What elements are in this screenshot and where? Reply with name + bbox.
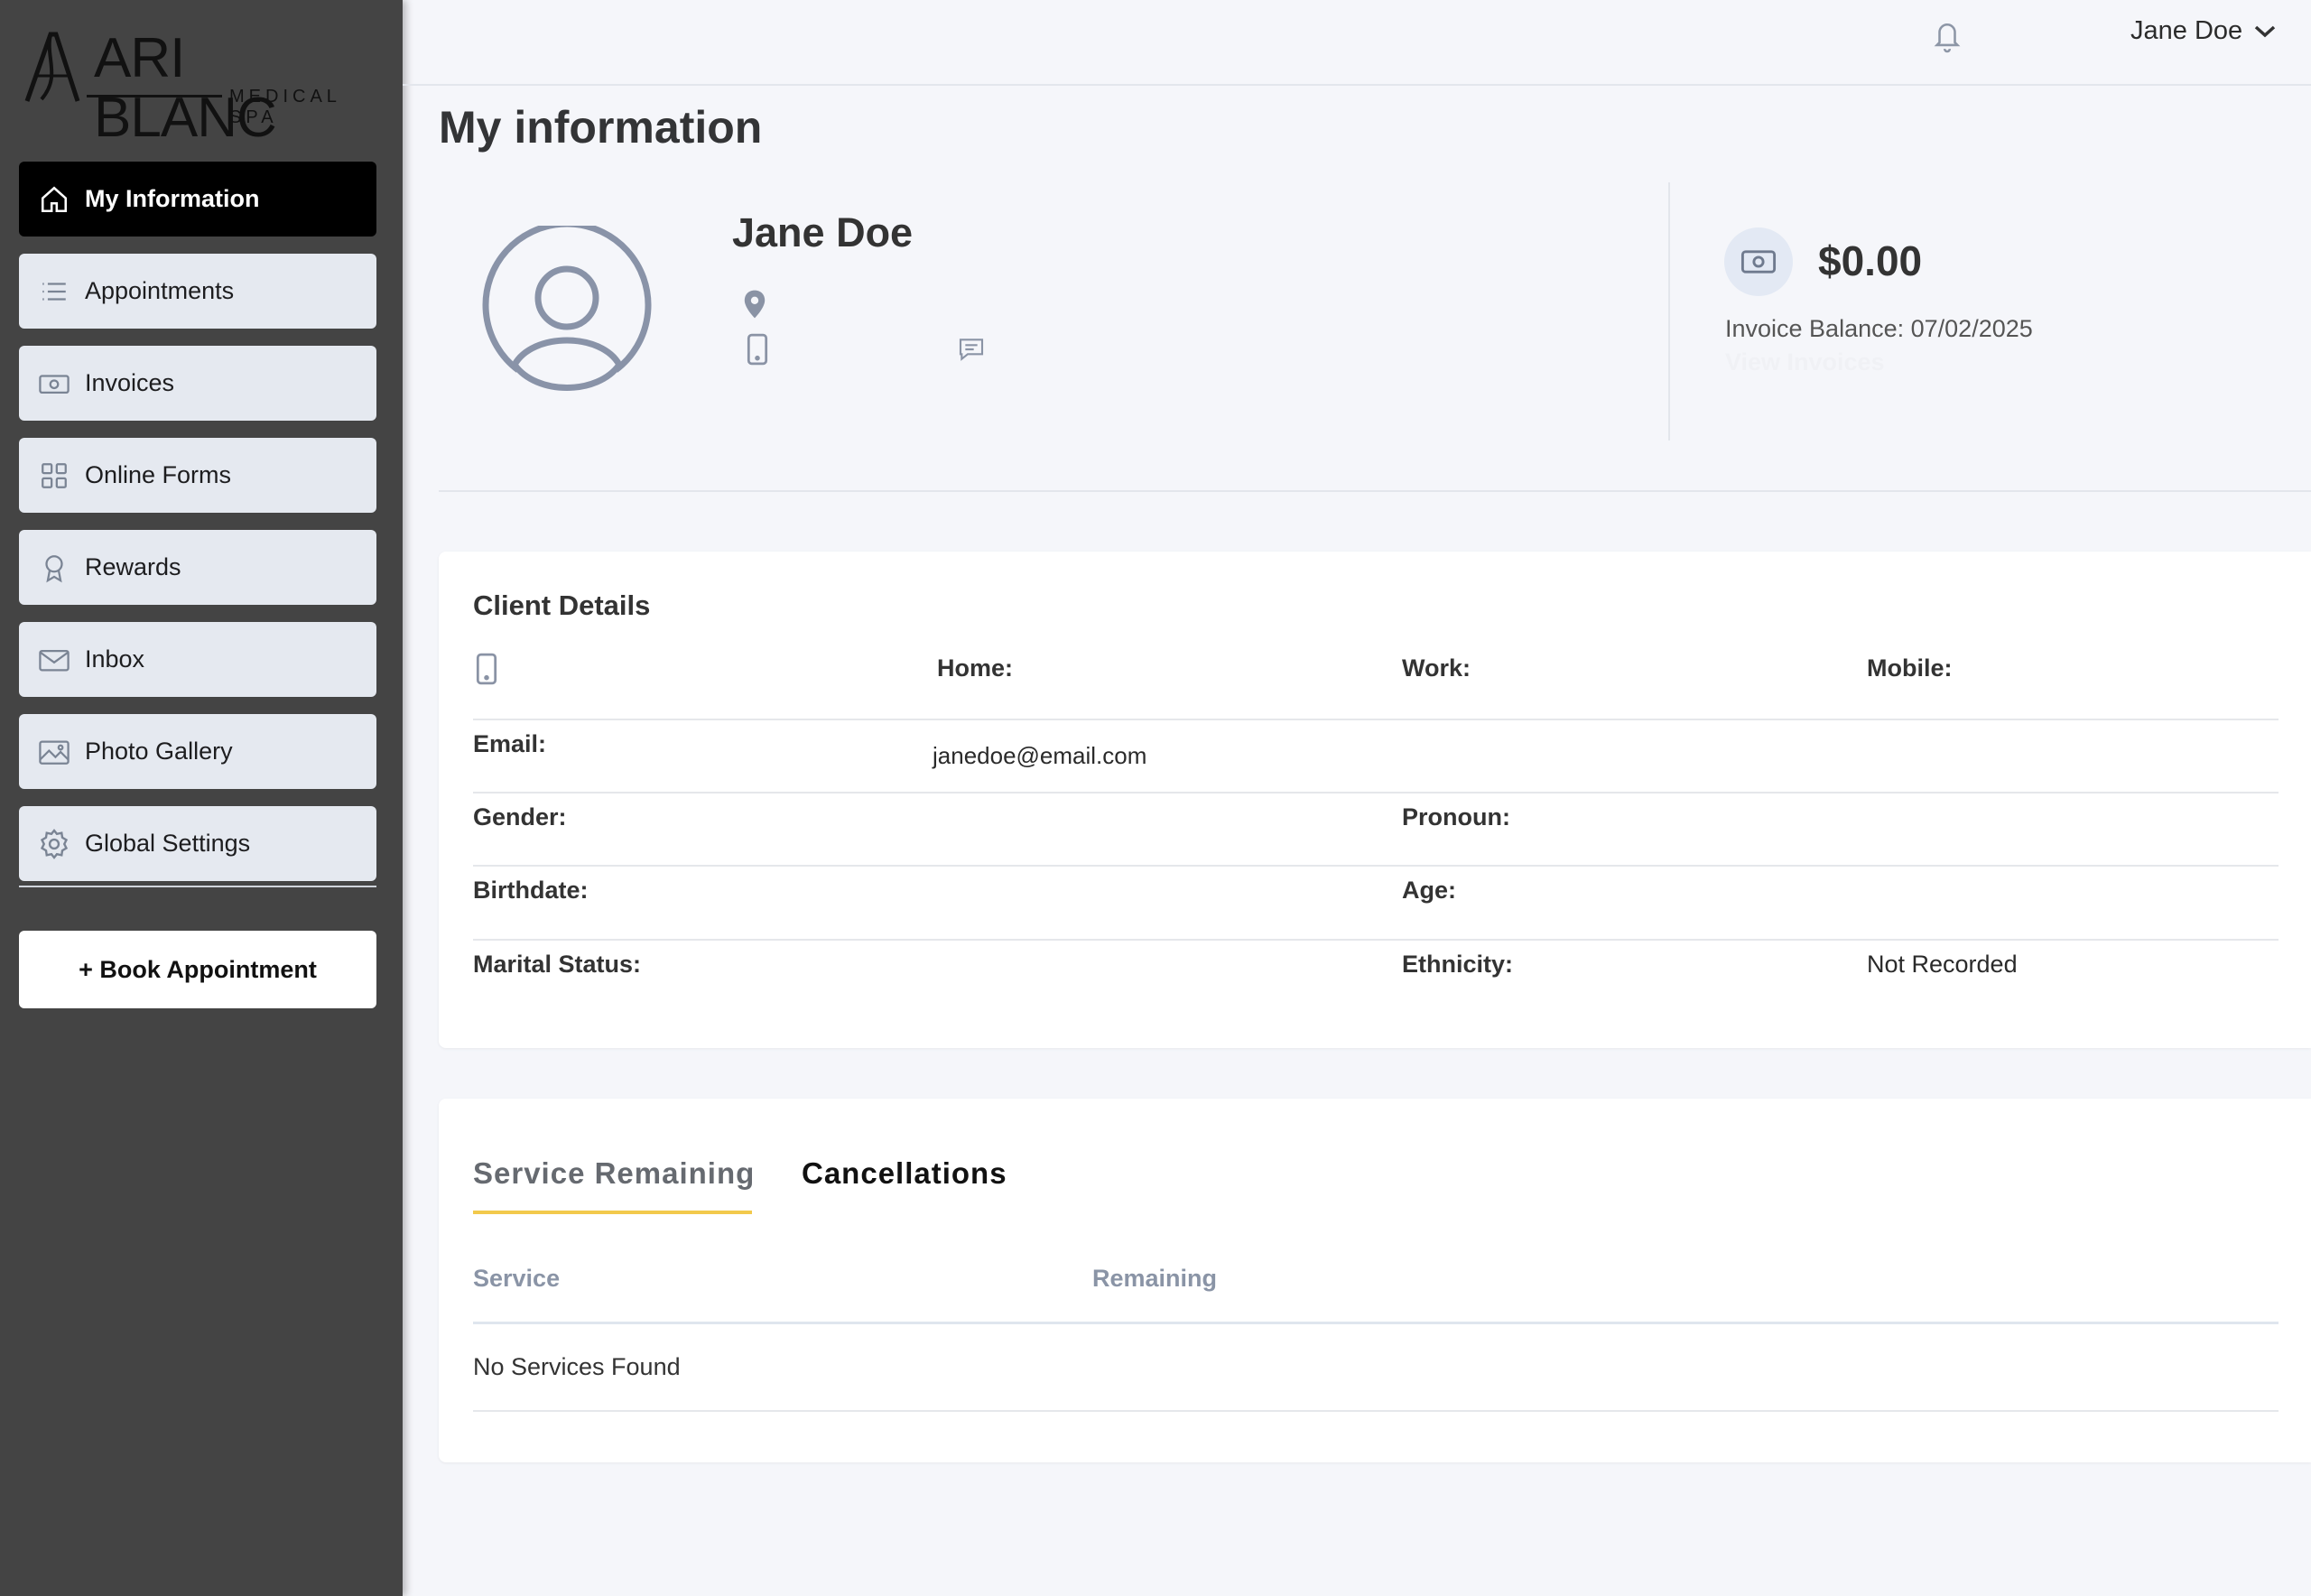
sidebar-item-label: Photo Gallery [85, 738, 233, 765]
work-phone-label: Work: [1402, 654, 1471, 682]
gear-icon [37, 827, 71, 861]
profile-name: Jane Doe [732, 209, 914, 255]
sidebar-item-label: Online Forms [85, 461, 232, 488]
user-menu[interactable]: Jane Doe [2130, 16, 2277, 46]
grid-icon [37, 459, 71, 493]
ethnicity-label: Ethnicity: [1402, 951, 1514, 978]
birthdate-label: Birthdate: [473, 877, 589, 904]
invoice-balance-amount: $0.00 [1818, 237, 1923, 284]
services-card: Service Remaining Cancellations Service … [439, 1099, 2311, 1462]
sidebar-item-invoices[interactable]: Invoices [19, 346, 376, 421]
mail-icon [37, 643, 71, 677]
message-icon[interactable] [957, 336, 986, 367]
vertical-divider [1668, 182, 1670, 441]
money-icon [1724, 227, 1793, 296]
book-appointment-button[interactable]: + Book Appointment [19, 931, 376, 1008]
top-bar: Jane Doe [403, 0, 2311, 86]
award-icon [37, 551, 71, 585]
row-divider [473, 792, 2279, 793]
row-divider [473, 719, 2279, 720]
age-label: Age: [1402, 877, 1456, 904]
email-value: janedoe@email.com [933, 742, 1147, 769]
sidebar-item-label: Global Settings [85, 830, 251, 857]
phone-icon [475, 653, 498, 690]
sidebar-item-label: Invoices [85, 369, 175, 396]
view-invoices-link[interactable]: View Invoices [1725, 348, 1885, 376]
sidebar-item-online-forms[interactable]: Online Forms [19, 438, 376, 513]
client-details-title: Client Details [473, 589, 651, 621]
profile-divider [439, 490, 2311, 492]
sidebar-item-label: Appointments [85, 277, 235, 304]
tab-cancellations[interactable]: Cancellations [802, 1156, 1007, 1191]
sidebar-item-photo-gallery[interactable]: Photo Gallery [19, 714, 376, 789]
sidebar-divider [19, 886, 376, 887]
gender-label: Gender: [473, 803, 567, 830]
row-divider [473, 939, 2279, 941]
tab-service-remaining[interactable]: Service Remaining [473, 1156, 755, 1191]
home-icon [37, 182, 71, 217]
row-divider [473, 865, 2279, 867]
sidebar-item-label: Inbox [85, 645, 145, 673]
table-header-divider [473, 1322, 2279, 1324]
location-pin-icon [742, 289, 767, 324]
ethnicity-value: Not Recorded [1867, 951, 2018, 978]
column-header-remaining[interactable]: Remaining [1092, 1265, 1217, 1293]
image-icon [37, 735, 71, 769]
sidebar: ARI BLANC MEDICAL SPA My Information App… [0, 0, 403, 1596]
page-title: My information [439, 102, 763, 153]
list-icon [37, 274, 71, 309]
sidebar-item-label: Rewards [85, 553, 181, 580]
bell-icon[interactable] [1932, 18, 1963, 59]
money-icon [37, 367, 71, 401]
sidebar-item-my-information[interactable]: My Information [19, 162, 376, 237]
avatar[interactable] [480, 220, 654, 404]
sidebar-nav: My Information Appointments Invoices Onl… [19, 162, 376, 898]
empty-table-message: No Services Found [473, 1353, 681, 1380]
mobile-phone-label: Mobile: [1867, 654, 1953, 682]
column-header-service[interactable]: Service [473, 1265, 560, 1293]
sidebar-item-appointments[interactable]: Appointments [19, 254, 376, 329]
client-details-card: Client Details Home: Work: Mobile: Email… [439, 552, 2311, 1048]
sidebar-item-label: My Information [85, 185, 260, 212]
sidebar-item-inbox[interactable]: Inbox [19, 622, 376, 697]
chevron-down-icon [2253, 23, 2277, 44]
user-name: Jane Doe [2130, 16, 2243, 45]
logo-underline [87, 95, 222, 97]
sidebar-item-global-settings[interactable]: Global Settings [19, 806, 376, 881]
pronoun-label: Pronoun: [1402, 803, 1510, 830]
brand-tagline: MEDICAL SPA [229, 87, 341, 127]
logo-mark-icon [24, 32, 80, 102]
email-label: Email: [473, 730, 547, 757]
invoice-balance-caption: Invoice Balance: 07/02/2025 [1725, 315, 2033, 342]
home-phone-label: Home: [937, 654, 1014, 682]
marital-status-label: Marital Status: [473, 951, 642, 978]
active-tab-indicator [473, 1211, 752, 1214]
phone-icon [746, 333, 769, 370]
sidebar-item-rewards[interactable]: Rewards [19, 530, 376, 605]
row-divider [473, 1410, 2279, 1412]
brand-logo[interactable]: ARI BLANC MEDICAL SPA [23, 29, 376, 148]
